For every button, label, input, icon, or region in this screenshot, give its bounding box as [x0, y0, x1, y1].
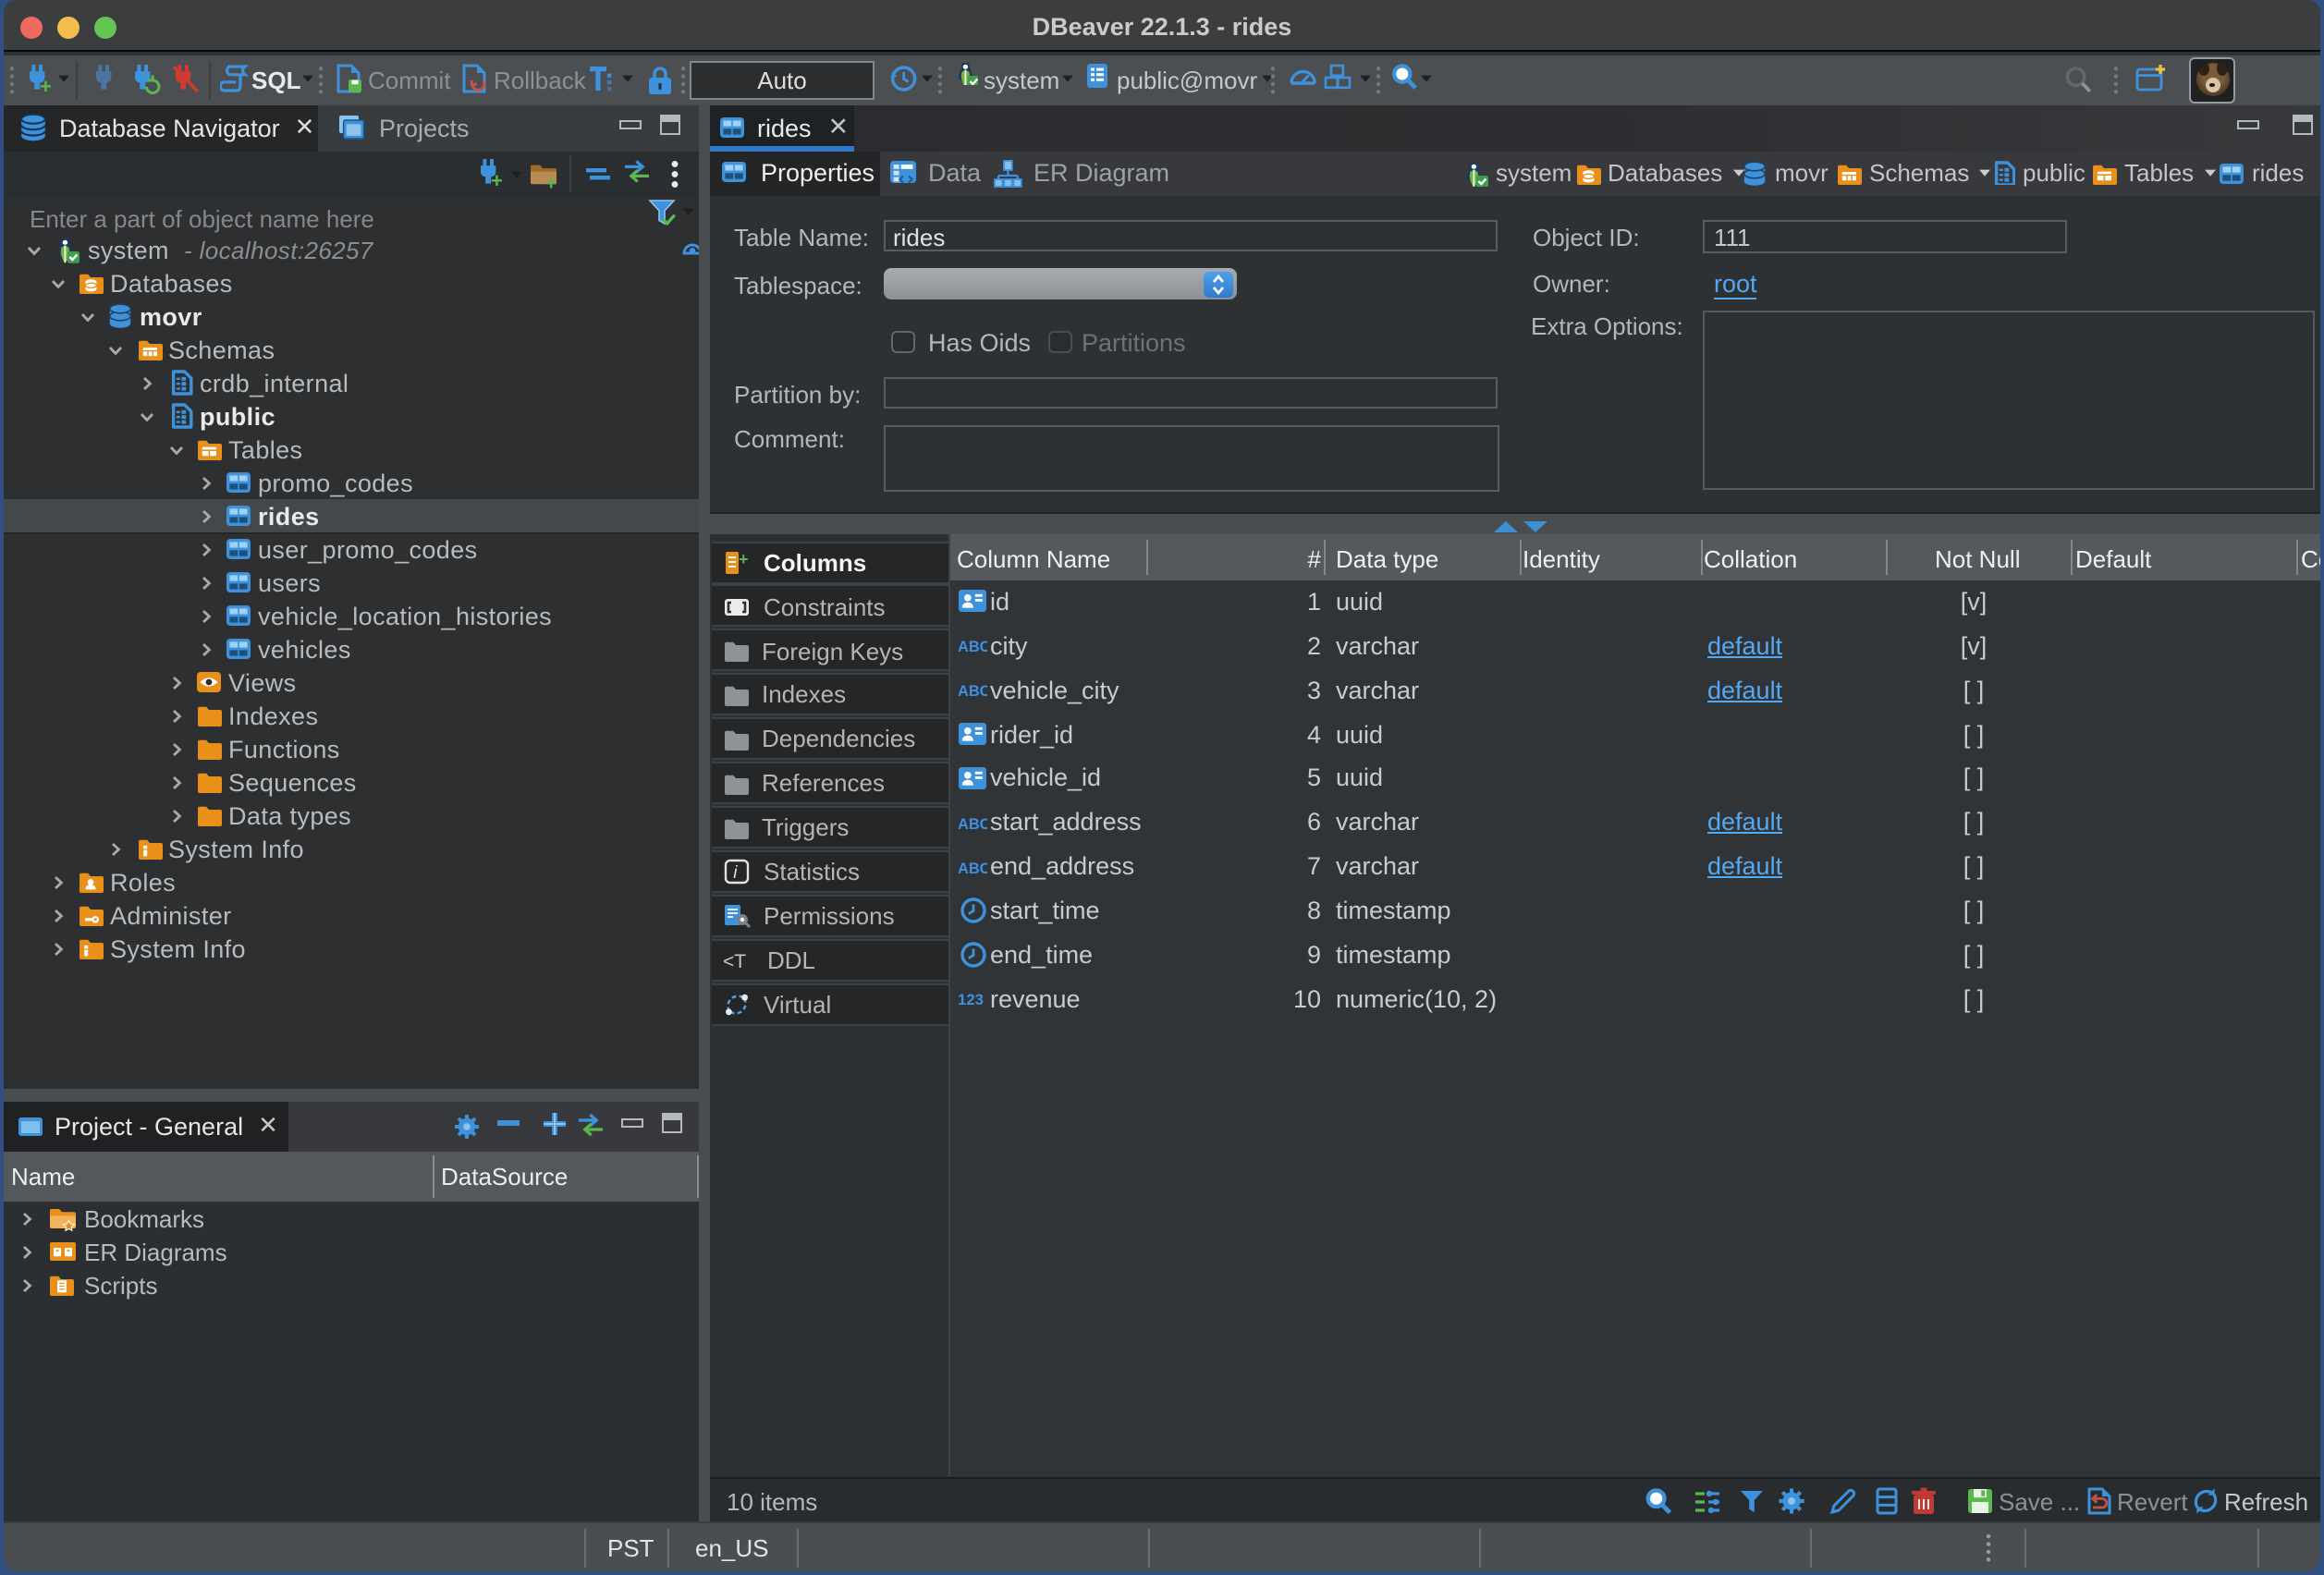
- svg-text:+: +: [545, 172, 557, 189]
- svg-text:123: 123: [957, 991, 983, 1007]
- svg-text:i: i: [733, 863, 738, 883]
- svg-text:ABC: ABC: [958, 816, 987, 832]
- svg-text:+: +: [491, 169, 503, 189]
- svg-text:ABC: ABC: [958, 640, 987, 655]
- svg-text:<T: <T: [723, 951, 746, 972]
- svg-text:ABC: ABC: [958, 683, 987, 699]
- svg-text:+: +: [39, 75, 51, 94]
- svg-text:+: +: [739, 550, 749, 568]
- svg-text:ABC: ABC: [958, 860, 987, 875]
